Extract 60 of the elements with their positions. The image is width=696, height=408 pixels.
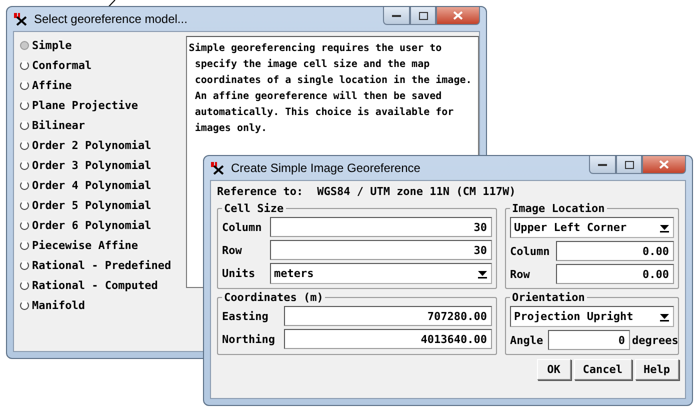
- radio-option[interactable]: Simple: [20, 37, 186, 53]
- field-label: Angle: [510, 334, 544, 346]
- input-field[interactable]: 0.00: [556, 264, 674, 284]
- maximize-icon: [418, 12, 428, 20]
- minimize-icon: [598, 162, 607, 166]
- field-label: Easting: [222, 310, 270, 322]
- radio-option[interactable]: Manifold: [20, 297, 186, 313]
- close-icon: [453, 11, 463, 20]
- group-title: Coordinates (m): [223, 291, 324, 304]
- reference-label: Reference to:: [217, 185, 304, 198]
- field-label: Northing: [222, 332, 276, 346]
- dialog-button[interactable]: Help: [634, 359, 679, 380]
- minimize-icon: [392, 14, 401, 18]
- radio-option[interactable]: Piecewise Affine: [20, 237, 186, 253]
- input-field[interactable]: 0: [548, 330, 630, 350]
- dialog-button[interactable]: OK: [536, 359, 571, 380]
- radio-option[interactable]: Conformal: [20, 57, 186, 73]
- maximize-button[interactable]: [616, 156, 642, 174]
- group-title: Cell Size: [223, 202, 285, 215]
- dropdown-arrow-icon: [659, 222, 670, 233]
- radio-option[interactable]: Order 6 Polynomial: [20, 217, 186, 233]
- input-field[interactable]: 30: [270, 217, 492, 237]
- dropdown-arrow-icon: [659, 311, 670, 322]
- dropdown[interactable]: Projection Upright: [510, 306, 674, 327]
- radio-option[interactable]: Affine: [20, 77, 186, 93]
- radio-option[interactable]: Order 2 Polynomial: [20, 137, 186, 153]
- radio-option[interactable]: Order 3 Polynomial: [20, 157, 186, 173]
- group-title: Orientation: [511, 291, 586, 304]
- window-title: Create Simple Image Georeference: [231, 161, 422, 175]
- dialog-button[interactable]: Cancel: [574, 359, 632, 380]
- minimize-button[interactable]: [589, 156, 616, 174]
- unit-label: degrees: [632, 334, 680, 346]
- dropdown[interactable]: meters: [270, 263, 492, 284]
- close-button[interactable]: [436, 7, 480, 25]
- dropdown[interactable]: Upper Left Corner: [510, 217, 674, 238]
- close-button[interactable]: [642, 156, 686, 174]
- field-label: Units: [222, 267, 256, 280]
- input-field[interactable]: 30: [270, 240, 492, 260]
- radio-option[interactable]: Plane Projective: [20, 97, 186, 113]
- radio-option[interactable]: Rational - Computed: [20, 277, 186, 293]
- input-field[interactable]: 0.00: [556, 241, 674, 261]
- field-label: Row: [510, 268, 531, 280]
- minimize-button[interactable]: [383, 7, 410, 25]
- field-label: Row: [222, 244, 243, 256]
- app-icon: [13, 12, 29, 26]
- window-title: Select georeference model...: [34, 12, 188, 26]
- radio-option[interactable]: Order 5 Polynomial: [20, 197, 186, 213]
- maximize-icon: [624, 160, 634, 168]
- app-icon: [210, 161, 226, 175]
- close-icon: [659, 160, 669, 169]
- maximize-button[interactable]: [410, 7, 436, 25]
- radio-option[interactable]: Rational - Predefined: [20, 257, 186, 273]
- input-field[interactable]: 707280.00: [284, 306, 492, 326]
- radio-option[interactable]: Bilinear: [20, 117, 186, 133]
- input-field[interactable]: 4013640.00: [284, 329, 492, 349]
- dropdown-arrow-icon: [477, 268, 488, 279]
- radio-option[interactable]: Order 4 Polynomial: [20, 177, 186, 193]
- group-title: Image Location: [511, 202, 606, 215]
- field-label: Column: [510, 244, 551, 258]
- field-label: Column: [222, 220, 263, 234]
